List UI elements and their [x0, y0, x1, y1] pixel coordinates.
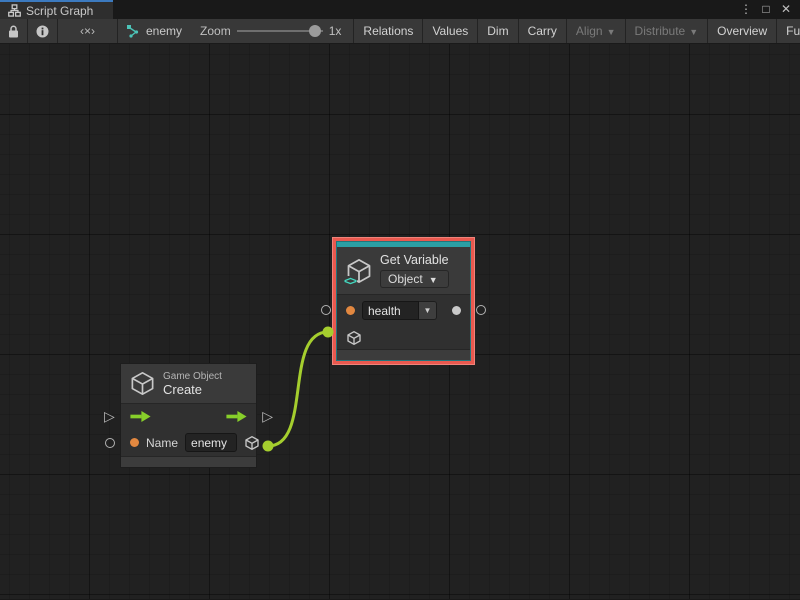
inspect-code-button[interactable]: ‹×›	[58, 19, 118, 43]
variable-name-row: ▼	[337, 295, 470, 326]
overview-button[interactable]: Overview	[708, 19, 777, 43]
info-icon	[36, 25, 49, 38]
overview-button-label: Overview	[717, 24, 767, 38]
values-button[interactable]: Values	[423, 19, 478, 43]
value-output-port[interactable]	[476, 305, 486, 315]
chevron-down-icon: ▼	[429, 276, 438, 285]
chevron-down-icon: ▼	[424, 306, 432, 315]
graph-hierarchy-icon	[8, 4, 21, 17]
window-controls: ⋮ □ ✕	[738, 0, 800, 19]
name-input-port[interactable]	[105, 438, 115, 448]
close-icon[interactable]: ✕	[778, 1, 794, 18]
variable-scope-value: Object	[388, 272, 423, 286]
flow-enter-arrow-icon[interactable]	[130, 411, 151, 422]
chevron-down-icon: ▼	[689, 28, 698, 37]
variable-scope-dropdown[interactable]: Object ▼	[380, 270, 449, 288]
align-button[interactable]: Align ▼	[567, 19, 626, 43]
zoom-value: 1x	[329, 24, 342, 38]
node-create-game-object[interactable]: Game Object Create ▷ ▷ Name	[120, 363, 257, 468]
wire-create-to-getvariable[interactable]	[268, 332, 328, 446]
flow-output-port[interactable]: ▷	[262, 409, 273, 423]
create-node-title: Create	[163, 382, 222, 397]
info-button[interactable]	[28, 19, 58, 43]
chevron-down-icon: ▼	[607, 28, 616, 37]
variable-name-input-group: ▼	[362, 301, 437, 320]
align-button-label: Align	[576, 24, 603, 38]
carry-button-label: Carry	[528, 24, 557, 38]
get-variable-footer	[337, 349, 470, 360]
node-get-variable[interactable]: <> Get Variable Object ▼ ▼	[336, 241, 471, 361]
breadcrumb-graph-name[interactable]: enemy	[146, 24, 182, 38]
graph-toolbar: ‹×› enemy Zoom 1x Relations Values Dim C…	[0, 19, 800, 44]
zoom-label: Zoom	[200, 24, 231, 38]
create-node-kind: Game Object	[163, 371, 222, 382]
tab-title: Script Graph	[26, 4, 93, 18]
carry-button[interactable]: Carry	[519, 19, 567, 43]
create-node-footer	[121, 456, 256, 467]
game-object-output-cube-icon[interactable]	[244, 435, 260, 451]
variable-angle-brackets-icon: <>	[343, 276, 357, 287]
flow-exit-arrow-icon[interactable]	[226, 411, 247, 422]
create-name-row: Name	[121, 429, 256, 456]
name-field-label: Name	[146, 436, 178, 450]
zoom-slider[interactable]	[237, 24, 323, 38]
zoom-slider-handle[interactable]	[309, 25, 321, 37]
get-variable-title: Get Variable	[380, 253, 449, 267]
distribute-button[interactable]: Distribute ▼	[626, 19, 709, 43]
fullscreen-button[interactable]: Full Screen	[777, 19, 800, 43]
string-value-dot[interactable]	[130, 438, 139, 447]
dim-button-label: Dim	[487, 24, 508, 38]
variable-cube-icon: <>	[345, 257, 373, 285]
flow-input-port[interactable]: ▷	[104, 409, 115, 423]
code-icon: ‹×›	[80, 24, 95, 38]
graph-canvas[interactable]: Game Object Create ▷ ▷ Name	[0, 44, 800, 599]
distribute-button-label: Distribute	[635, 24, 686, 38]
object-input-row	[337, 326, 470, 349]
variable-select-button[interactable]: ▼	[419, 301, 437, 320]
get-variable-header: <> Get Variable Object ▼	[337, 247, 470, 294]
relations-button[interactable]: Relations	[354, 19, 423, 43]
window-menu-icon[interactable]: ⋮	[738, 1, 754, 18]
dim-button[interactable]: Dim	[478, 19, 518, 43]
window-titlebar: Script Graph ⋮ □ ✕	[0, 0, 800, 19]
name-input[interactable]	[185, 433, 237, 452]
lock-icon	[8, 25, 19, 38]
tab-script-graph[interactable]: Script Graph	[0, 0, 113, 19]
string-value-dot[interactable]	[346, 306, 355, 315]
relations-button-label: Relations	[363, 24, 413, 38]
object-input-cube-icon[interactable]	[346, 330, 362, 346]
maximize-icon[interactable]: □	[758, 1, 774, 18]
variable-name-input[interactable]	[362, 301, 419, 320]
create-node-header: Game Object Create	[121, 364, 256, 403]
value-output-dot[interactable]	[452, 306, 461, 315]
create-flow-row: ▷ ▷	[121, 404, 256, 429]
lock-button[interactable]	[0, 19, 28, 43]
graph-node-icon	[126, 24, 140, 38]
graph-breadcrumb-zoom-section: enemy Zoom 1x	[118, 19, 354, 43]
game-object-cube-icon	[129, 370, 156, 397]
values-button-label: Values	[432, 24, 468, 38]
variable-name-input-port[interactable]	[321, 305, 331, 315]
fullscreen-button-label: Full Screen	[786, 24, 800, 38]
